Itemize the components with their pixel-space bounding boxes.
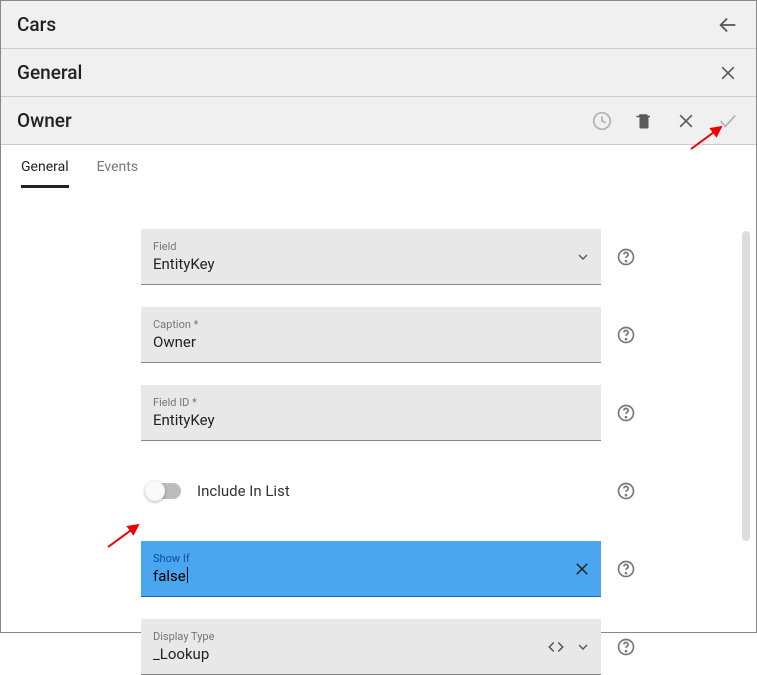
field-field-value: EntityKey [153, 255, 589, 273]
field-caption-value: Owner [153, 333, 589, 351]
field-show-if-label: Show If [153, 552, 589, 565]
field-include-in-list: Include In List [141, 463, 601, 519]
back-icon[interactable] [716, 13, 740, 37]
field-display-type-label: Display Type [153, 630, 589, 643]
breadcrumb-general-title: General [17, 61, 82, 84]
tab-events[interactable]: Events [97, 159, 138, 188]
breadcrumb-level-3: Owner [1, 97, 756, 145]
delete-icon[interactable] [632, 109, 656, 133]
help-icon[interactable] [616, 619, 636, 675]
breadcrumb-level-1: Cars [1, 1, 756, 49]
history-icon[interactable] [590, 109, 614, 133]
close-general-icon[interactable] [716, 61, 740, 85]
help-icon[interactable] [616, 307, 636, 363]
help-icon[interactable] [616, 541, 636, 597]
chevron-down-icon[interactable] [575, 639, 591, 655]
include-in-list-label: Include In List [197, 482, 290, 500]
help-icon[interactable] [616, 385, 636, 441]
scrollbar[interactable] [742, 231, 750, 541]
field-field-id[interactable]: Field ID * EntityKey [141, 385, 601, 441]
cancel-icon[interactable] [674, 109, 698, 133]
field-field-id-value: EntityKey [153, 411, 589, 429]
field-field-id-label: Field ID * [153, 396, 589, 409]
help-icon[interactable] [616, 229, 636, 285]
chevron-down-icon[interactable] [575, 249, 591, 265]
confirm-icon[interactable] [716, 109, 740, 133]
field-field-label: Field [153, 240, 589, 253]
field-show-if-value: false [153, 567, 589, 585]
tabs: General Events [1, 145, 756, 189]
field-display-type-value: _Lookup [153, 645, 589, 663]
code-icon[interactable] [547, 638, 565, 656]
field-caption[interactable]: Caption * Owner [141, 307, 601, 363]
breadcrumb-owner-title: Owner [17, 109, 72, 132]
field-caption-label: Caption * [153, 318, 589, 331]
include-in-list-toggle[interactable] [145, 483, 181, 499]
field-display-type[interactable]: Display Type _Lookup [141, 619, 601, 675]
clear-show-if-icon[interactable] [573, 560, 591, 578]
field-field[interactable]: Field EntityKey [141, 229, 601, 285]
tab-general[interactable]: General [21, 159, 69, 188]
breadcrumb-level-2: General [1, 49, 756, 97]
help-icon[interactable] [616, 463, 636, 519]
form-panel: Field EntityKey Caption * Owner Field ID… [1, 189, 756, 675]
breadcrumb-cars-title: Cars [17, 13, 56, 36]
field-show-if[interactable]: Show If false [141, 541, 601, 597]
